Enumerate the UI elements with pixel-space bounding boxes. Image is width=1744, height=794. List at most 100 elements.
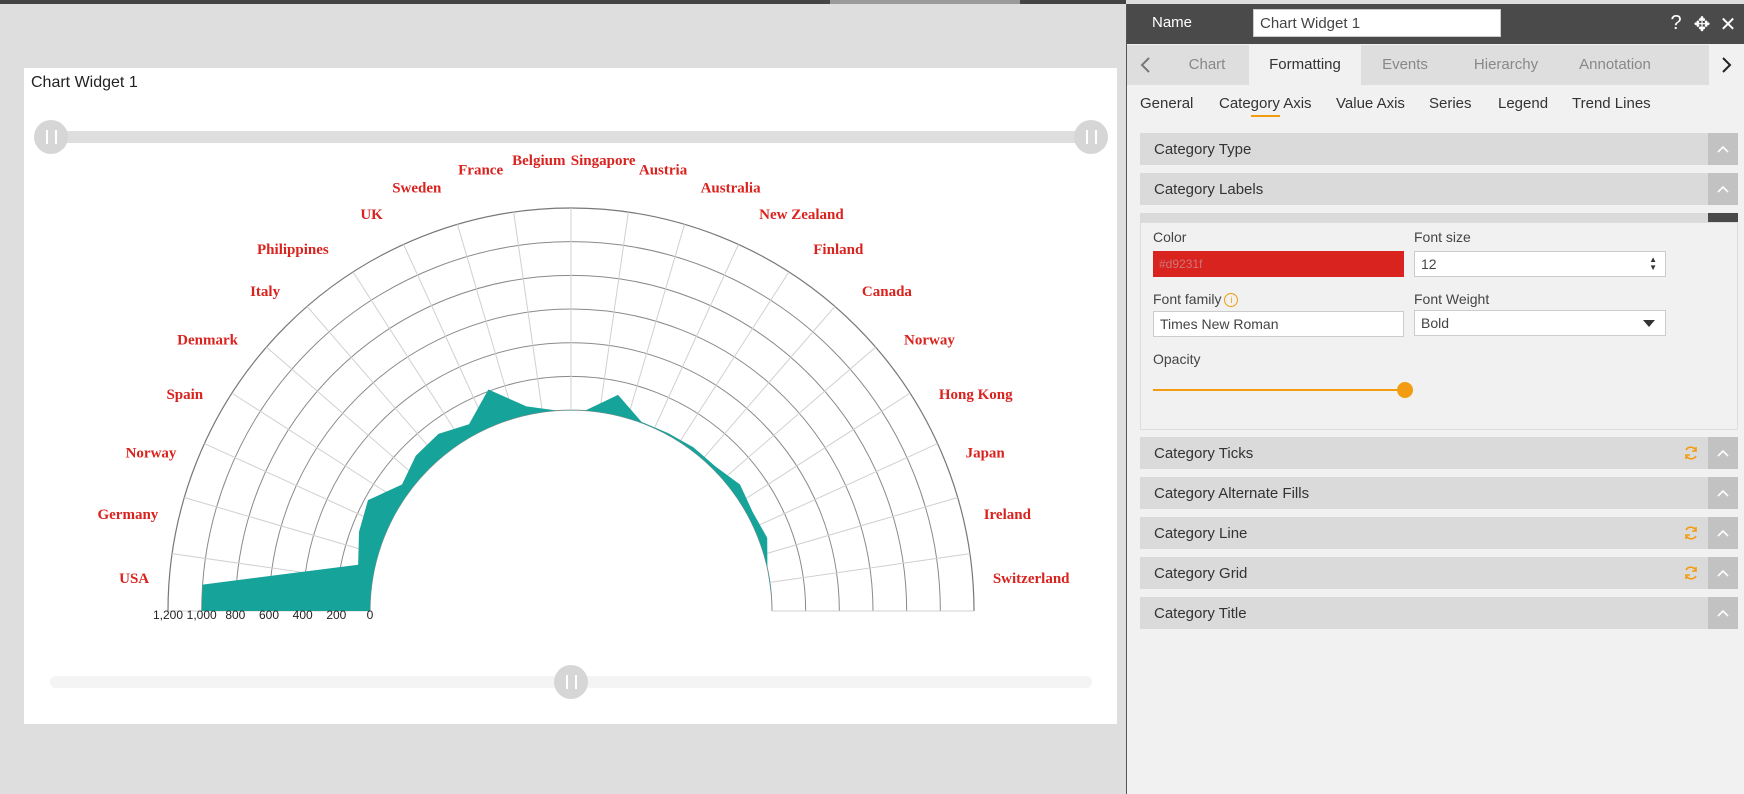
- opacity-label: Opacity: [1153, 351, 1201, 367]
- opacity-slider-thumb[interactable]: [1397, 382, 1413, 398]
- radial-grid-line: [403, 244, 488, 429]
- name-label: Name: [1152, 14, 1193, 31]
- semicircle-radar-chart: 1,200 1,000 800 600 400 200 0 USA Germany Norway S…: [97, 153, 1070, 622]
- formatting-panel: Name Chart Widget 1 ? ✥ ✕ Chart Formatti…: [1126, 4, 1744, 794]
- category-label: USA: [119, 571, 149, 587]
- category-label: Ireland: [984, 507, 1032, 523]
- category-label: France: [458, 162, 503, 178]
- section-category-title[interactable]: Category Title: [1140, 597, 1738, 629]
- panel-header: Name Chart Widget 1 ? ✥ ✕: [1127, 4, 1744, 44]
- value-axis-tick-label: 0: [367, 608, 374, 622]
- category-label: Singapore: [571, 153, 636, 169]
- radial-grid-line: [184, 496, 379, 555]
- subtab-general[interactable]: General: [1140, 95, 1193, 112]
- chevron-up-icon[interactable]: [1708, 477, 1738, 509]
- chevron-up-icon[interactable]: [1708, 517, 1738, 549]
- bottom-slider-handle[interactable]: [554, 665, 588, 699]
- radial-grid-line: [679, 271, 790, 443]
- radial-grid-line: [204, 443, 389, 528]
- category-label: Denmark: [177, 333, 238, 349]
- section-category-alternate-fills[interactable]: Category Alternate Fills: [1140, 477, 1738, 509]
- category-label: Germany: [97, 507, 158, 523]
- value-axis-tick-label: 200: [326, 608, 346, 622]
- radial-grid-line: [654, 244, 739, 429]
- chevron-up-icon[interactable]: [1708, 133, 1738, 165]
- chart-widget[interactable]: Chart Widget 1 1,200 1,000 800 600 400 200 0 US…: [24, 68, 1117, 724]
- font-size-label: Font size: [1414, 229, 1471, 245]
- radial-grid-line: [266, 346, 420, 480]
- radial-grid-line: [722, 346, 876, 480]
- subtab-trend-lines[interactable]: Trend Lines: [1572, 95, 1651, 112]
- radial-grid-line: [306, 306, 440, 460]
- help-icon[interactable]: ?: [1665, 12, 1687, 35]
- value-axis-tick-label: 1,200: [153, 608, 183, 622]
- tab-events[interactable]: Events: [1363, 45, 1447, 85]
- top-strip-highlight: [830, 0, 1020, 4]
- category-label: Belgium: [512, 153, 566, 169]
- radial-grid-line: [352, 271, 463, 443]
- category-label: Finland: [813, 242, 864, 258]
- refresh-icon[interactable]: [1682, 564, 1700, 582]
- category-label: Italy: [250, 284, 281, 300]
- category-label: Philippines: [257, 242, 329, 258]
- category-label: Norway: [126, 445, 177, 461]
- radial-grid-line: [702, 306, 836, 460]
- font-weight-select[interactable]: Bold: [1414, 310, 1666, 336]
- category-label: Hong Kong: [939, 387, 1013, 403]
- section-category-grid[interactable]: Category Grid: [1140, 557, 1738, 589]
- chevron-up-icon[interactable]: [1708, 597, 1738, 629]
- info-icon[interactable]: i: [1224, 293, 1239, 308]
- subtab-series[interactable]: Series: [1429, 95, 1472, 112]
- value-axis-tick-label: 800: [225, 608, 245, 622]
- caret-down-icon: [1643, 320, 1655, 327]
- tabs-next-arrow-icon[interactable]: [1709, 45, 1744, 85]
- subtab-category-axis[interactable]: Category Axis: [1219, 95, 1312, 117]
- widget-name-input[interactable]: Chart Widget 1: [1253, 9, 1501, 37]
- tab-formatting[interactable]: Formatting: [1249, 45, 1361, 85]
- subtabs: General Category Axis Value Axis Series …: [1127, 85, 1744, 121]
- section-category-ticks[interactable]: Category Ticks: [1140, 437, 1738, 469]
- radial-grid-line: [763, 496, 958, 555]
- stepper-icon[interactable]: ▲ ▼: [1649, 256, 1657, 272]
- category-label: Japan: [966, 445, 1006, 461]
- refresh-icon[interactable]: [1682, 524, 1700, 542]
- chevron-up-icon[interactable]: [1708, 557, 1738, 589]
- chevron-up-icon[interactable]: [1708, 173, 1738, 205]
- font-weight-value: Bold: [1421, 315, 1450, 331]
- color-label: Color: [1153, 229, 1187, 245]
- value-axis-tick-label: 1,000: [187, 608, 217, 622]
- radial-grid-line: [627, 224, 686, 419]
- category-label: Canada: [862, 284, 913, 300]
- font-size-input[interactable]: 12 ▲ ▼: [1414, 251, 1666, 277]
- section-category-labels[interactable]: Category Labels: [1140, 173, 1738, 205]
- category-label: Spain: [166, 387, 203, 403]
- subtab-legend[interactable]: Legend: [1498, 95, 1548, 112]
- radial-grid-line: [739, 392, 911, 503]
- value-axis-tick-label: 400: [293, 608, 313, 622]
- category-label: Sweden: [392, 180, 442, 196]
- font-weight-label: Font Weight: [1414, 291, 1490, 307]
- font-size-value: 12: [1421, 256, 1437, 272]
- tab-chart[interactable]: Chart: [1167, 45, 1247, 85]
- tabs-prev-arrow-icon[interactable]: [1127, 45, 1163, 85]
- tab-hierarchy[interactable]: Hierarchy: [1453, 45, 1559, 85]
- panel-tabs: Chart Formatting Events Hierarchy Annota…: [1127, 45, 1744, 85]
- radial-grid-line: [231, 392, 403, 503]
- tab-annotation[interactable]: Annotation: [1563, 45, 1667, 85]
- series-area: [201, 389, 772, 611]
- close-icon[interactable]: ✕: [1717, 12, 1739, 37]
- chevron-up-icon[interactable]: [1708, 437, 1738, 469]
- font-property-panel: Color #d9231f Font size 12 ▲ ▼ Font famil…: [1140, 222, 1738, 430]
- subtab-value-axis[interactable]: Value Axis: [1336, 95, 1405, 112]
- refresh-icon[interactable]: [1682, 444, 1700, 462]
- color-picker[interactable]: #d9231f: [1153, 251, 1404, 277]
- move-icon[interactable]: ✥: [1691, 12, 1713, 37]
- opacity-slider-track[interactable]: [1153, 389, 1405, 391]
- font-family-input[interactable]: Times New Roman: [1153, 311, 1404, 337]
- category-label: Australia: [701, 180, 762, 196]
- section-category-line[interactable]: Category Line: [1140, 517, 1738, 549]
- value-axis-tick-label: 600: [259, 608, 279, 622]
- section-category-type[interactable]: Category Type: [1140, 133, 1738, 165]
- category-label: UK: [360, 207, 383, 223]
- grid-arc: [369, 409, 773, 612]
